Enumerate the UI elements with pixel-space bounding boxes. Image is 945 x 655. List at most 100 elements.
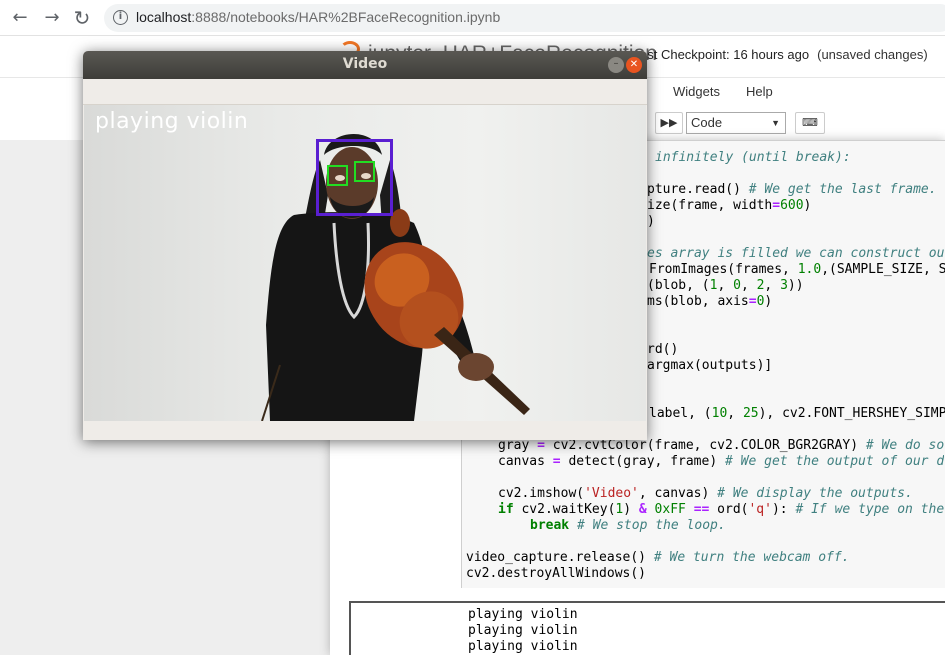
code-line: rd(): [647, 342, 678, 357]
code-line: infinitely (until break):: [655, 150, 851, 165]
code-token: =: [748, 294, 757, 309]
code-token: ,: [727, 406, 743, 421]
menu-help[interactable]: Help: [746, 84, 773, 99]
code-line: es array is filled we can construct ou: [647, 246, 944, 261]
code-token: ==: [693, 502, 710, 517]
code-token: =: [772, 198, 781, 213]
code-token: ): [647, 214, 655, 229]
code-line: ): [647, 214, 655, 229]
eye-detection-box: [354, 161, 375, 182]
code-token: ord(: [709, 502, 749, 517]
output-line: playing violin: [468, 639, 578, 654]
code-line: (blob, (1, 0, 2, 3)): [647, 278, 804, 293]
code-token: # We get the output of our d: [725, 454, 945, 469]
code-token: ): [764, 294, 773, 309]
code-token: canvas: [498, 454, 553, 469]
code-token: =: [552, 454, 561, 469]
minimize-icon[interactable]: –: [608, 57, 624, 73]
code-token: 0xFF: [654, 502, 686, 517]
checkpoint-text: ast Checkpoint: 16 hours ago: [640, 47, 810, 62]
chevron-down-icon: ▼: [771, 118, 780, 128]
code-line: canvas = detect(gray, frame) # We get th…: [498, 454, 944, 469]
code-token: 1.0: [797, 262, 822, 277]
code-token: cv2.cvtColor(frame, cv2.COLOR_BGR2GRAY): [544, 438, 866, 453]
code-token: es array is filled we can construct ou: [647, 246, 945, 261]
checkpoint-status: ast Checkpoint: 16 hours ago (unsaved cha…: [640, 47, 928, 62]
window-statusbar: [83, 421, 647, 440]
code-token: ):: [771, 502, 796, 517]
code-line: ms(blob, axis=0): [647, 294, 772, 309]
video-frame: playing violin: [84, 105, 646, 421]
code-token: break: [530, 518, 570, 533]
code-token: pture.read(): [647, 182, 749, 197]
code-line: FromImages(frames, 1.0,(SAMPLE_SIZE, S: [649, 262, 945, 277]
code-line: label, (10, 25), cv2.FONT_HERSHEY_SIMP: [649, 406, 945, 421]
window-title: Video: [342, 56, 388, 72]
code-token: ,: [717, 278, 734, 293]
window-toolbar: [83, 79, 647, 105]
code-token: # We do so: [865, 438, 945, 453]
address-bar[interactable]: i localhost:8888/notebooks/HAR%2BFaceRec…: [104, 4, 945, 32]
fast-forward-icon[interactable]: ▶▶: [655, 112, 683, 134]
cell-output: playing violin playing violin playing vi…: [349, 601, 945, 655]
code-token: 600: [780, 198, 804, 213]
code-token: =: [537, 438, 545, 453]
reload-icon[interactable]: ↻: [70, 6, 94, 30]
code-token: 'Video': [584, 486, 639, 501]
code-token: ,(SAMPLE_SIZE, S: [821, 262, 945, 277]
code-token: ): [803, 198, 812, 213]
arrow-right-icon[interactable]: →: [40, 6, 64, 30]
code-line: argmax(outputs)]: [647, 358, 772, 373]
code-token: 3: [780, 278, 788, 293]
activity-label: playing violin: [95, 109, 249, 134]
code-line: ize(frame, width=600): [647, 198, 811, 213]
code-token: cv2.imshow(: [498, 486, 585, 501]
url-host: localhost: [136, 9, 192, 25]
code-token: ms(blob, axis: [647, 294, 749, 309]
code-token: &: [638, 502, 647, 517]
code-token: ), cv2.FONT_HERSHEY_SIMP: [758, 406, 945, 421]
code-token: 10: [711, 406, 728, 421]
code-token: argmax(outputs)]: [647, 358, 773, 373]
output-line: playing violin: [468, 623, 578, 638]
code-token: rd(): [647, 342, 679, 357]
code-token: # We display the outputs.: [717, 486, 913, 501]
output-line: playing violin: [468, 607, 578, 622]
code-token: ,: [764, 278, 781, 293]
browser-toolbar: ← → ↻ i localhost:8888/notebooks/HAR%2BF…: [0, 0, 945, 36]
code-token: detect(gray, frame): [560, 454, 725, 469]
code-token: video_capture.release(): [466, 550, 654, 565]
code-token: # We turn the webcam off.: [653, 550, 850, 565]
keyboard-icon[interactable]: ⌨: [795, 112, 825, 134]
cell-type-value: Code: [691, 115, 723, 130]
info-icon[interactable]: i: [113, 10, 128, 25]
cell-type-select[interactable]: Code ▼: [686, 112, 786, 134]
code-line: gray = cv2.cvtColor(frame, cv2.COLOR_BGR…: [498, 438, 944, 453]
code-line: video_capture.release() # We turn the we…: [466, 550, 850, 565]
code-token: ): [623, 502, 639, 517]
unsaved-changes: (unsaved changes): [817, 47, 928, 62]
video-window[interactable]: Video – ✕ playing violin: [83, 51, 647, 440]
code-token: ,: [740, 278, 757, 293]
window-titlebar[interactable]: Video – ✕: [83, 51, 647, 79]
code-token: cv2.destroyAllWindows(): [466, 566, 647, 581]
code-token: , canvas): [638, 486, 718, 501]
code-token: )): [787, 278, 804, 293]
arrow-left-icon[interactable]: ←: [8, 6, 32, 30]
code-token: label, (: [649, 406, 712, 421]
code-token: # We get the last frame.: [748, 182, 937, 197]
code-line: break # We stop the loop.: [530, 518, 726, 533]
code-token: # If we type on the: [795, 502, 945, 517]
url-text: localhost:8888/notebooks/HAR%2BFaceRecog…: [136, 9, 500, 25]
code-token: infinitely (until break):: [655, 150, 851, 165]
code-line: pture.read() # We get the last frame.: [647, 182, 937, 197]
code-token: cv2.waitKey(: [513, 502, 616, 517]
code-line: cv2.destroyAllWindows(): [466, 566, 646, 581]
code-token: 25: [742, 406, 759, 421]
menu-widgets[interactable]: Widgets: [673, 84, 720, 99]
close-icon[interactable]: ✕: [626, 57, 642, 73]
eye-detection-box: [327, 165, 348, 186]
